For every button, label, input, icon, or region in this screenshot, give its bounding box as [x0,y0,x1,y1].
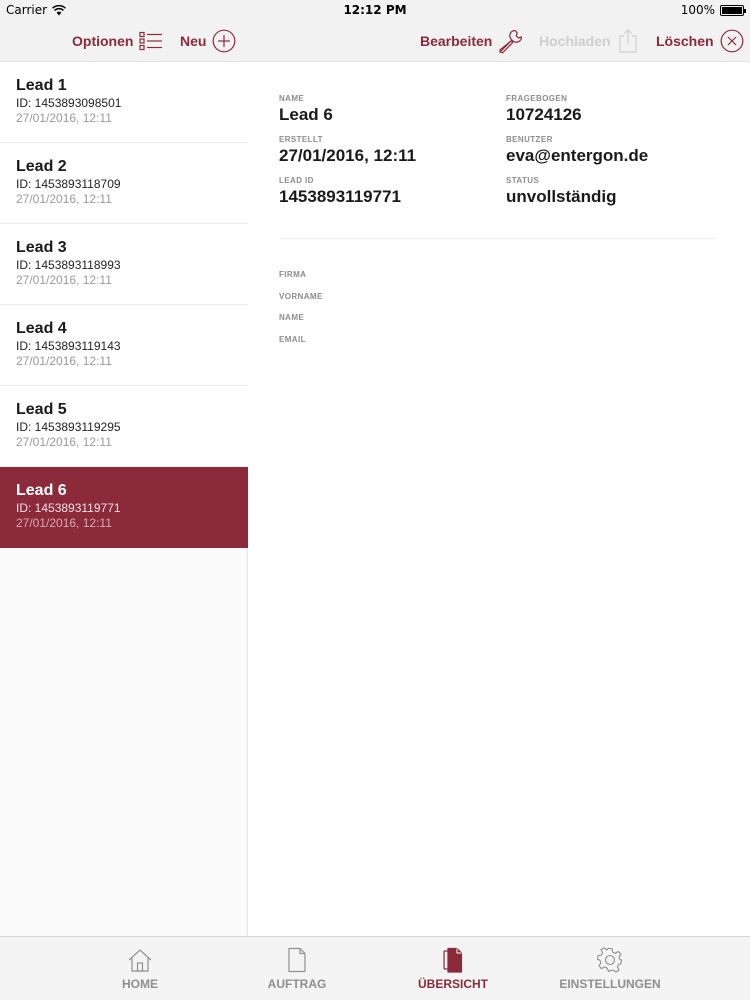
lead-list-item[interactable]: Lead 5 ID: 1453893119295 27/01/2016, 12:… [0,386,248,467]
close-circle-icon [720,29,743,53]
lead-id: ID: 1453893118993 [16,258,121,272]
tab-settings[interactable]: EINSTELLUNGEN [550,937,670,1000]
lead-id-field: LEAD ID 1453893119771 [279,176,401,207]
lead-list-item[interactable]: Lead 3 ID: 1453893118993 27/01/2016, 12:… [0,224,248,305]
lead-title: Lead 6 [16,482,67,499]
upload-label: Hochladen [539,33,611,49]
plus-circle-icon [213,29,236,53]
lead-id-label: LEAD ID [279,176,314,185]
questionnaire-label: FRAGEBOGEN [506,94,568,103]
lead-list: Lead 1 ID: 1453893098501 27/01/2016, 12:… [0,62,248,936]
email-field-label: EMAIL [279,335,306,344]
clock: 12:12 PM [343,3,407,17]
name-field: NAME Lead 6 [279,94,333,125]
lead-id: ID: 1453893119771 [16,501,121,515]
tab-home-label: HOME [122,977,158,991]
tab-bar: HOME AUFTRAG ÜBERSICHT EINSTELLUNGEN [0,936,750,1000]
upload-icon [618,29,637,53]
lead-id-value: 1453893119771 [279,187,401,206]
created-field: ERSTELLT 27/01/2016, 12:11 [279,135,416,166]
user-field: BENUTZER eva@entergon.de [506,135,648,166]
created-value: 27/01/2016, 12:11 [279,146,417,165]
lead-title: Lead 2 [16,158,67,175]
lead-list-item[interactable]: Lead 2 ID: 1453893118709 27/01/2016, 12:… [0,143,248,224]
delete-button[interactable]: Löschen [656,20,744,62]
documents-icon [443,947,463,973]
lead-date: 27/01/2016, 12:11 [16,111,112,125]
user-label: BENUTZER [506,135,553,144]
lead-id: ID: 1453893119143 [16,339,121,353]
section-divider [279,238,716,239]
name-value: Lead 6 [279,105,333,124]
last-name-field-label: NAME [279,313,305,322]
lead-date: 27/01/2016, 12:11 [16,273,112,287]
questionnaire-field: FRAGEBOGEN 10724126 [506,94,582,125]
lead-date: 27/01/2016, 12:11 [16,435,112,449]
edit-button[interactable]: Bearbeiten [420,20,524,62]
tab-settings-label: EINSTELLUNGEN [559,977,661,991]
new-label: Neu [180,33,207,49]
lead-detail-pane: NAME Lead 6 FRAGEBOGEN 10724126 ERSTELLT… [249,62,750,936]
options-label: Optionen [72,33,134,49]
status-value: unvollständig [506,187,617,206]
delete-label: Löschen [656,33,714,49]
status-bar: Carrier 12:12 PM 100% [0,0,750,20]
user-value: eva@entergon.de [506,146,649,165]
lead-id: ID: 1453893118709 [16,177,121,191]
lead-date: 27/01/2016, 12:11 [16,192,112,206]
battery-percent: 100% [680,3,715,17]
home-icon [128,949,152,972]
lead-date: 27/01/2016, 12:11 [16,354,112,368]
lead-id: ID: 1453893119295 [16,420,121,434]
lead-title: Lead 3 [16,239,67,256]
tab-order-label: AUFTRAG [267,977,327,991]
created-label: ERSTELLT [279,135,323,144]
lead-title: Lead 4 [16,320,67,337]
tab-overview-label: ÜBERSICHT [417,977,488,991]
battery-icon [720,4,746,16]
status-field: STATUS unvollständig [506,176,617,207]
status-label: STATUS [506,176,540,185]
company-field-label: FIRMA [279,270,307,279]
lead-title: Lead 5 [16,401,67,418]
lead-id: ID: 1453893098501 [16,96,122,110]
gear-icon [597,947,623,973]
toolbar: Optionen Neu Bearbeiten Hochladen Lösche… [0,20,750,62]
wrench-icon [499,29,523,54]
lead-title: Lead 1 [16,77,67,94]
questionnaire-value: 10724126 [506,105,582,124]
tab-overview[interactable]: ÜBERSICHT [393,937,513,1000]
list-icon [139,31,163,51]
options-button[interactable]: Optionen [72,20,163,62]
upload-button[interactable]: Hochladen [539,20,639,62]
lead-list-item[interactable]: Lead 1 ID: 1453893098501 27/01/2016, 12:… [0,62,248,143]
first-name-field-label: VORNAME [279,292,323,301]
edit-label: Bearbeiten [420,33,493,49]
lead-list-item-selected[interactable]: Lead 6 ID: 1453893119771 27/01/2016, 12:… [0,467,248,548]
new-button[interactable]: Neu [180,20,236,62]
lead-list-item[interactable]: Lead 4 ID: 1453893119143 27/01/2016, 12:… [0,305,248,386]
lead-date: 27/01/2016, 12:11 [16,516,112,530]
name-label: NAME [279,94,305,103]
document-icon [288,947,306,973]
tab-home[interactable]: HOME [90,937,190,1000]
battery-info: 100% [680,3,746,17]
tab-order[interactable]: AUFTRAG [247,937,347,1000]
